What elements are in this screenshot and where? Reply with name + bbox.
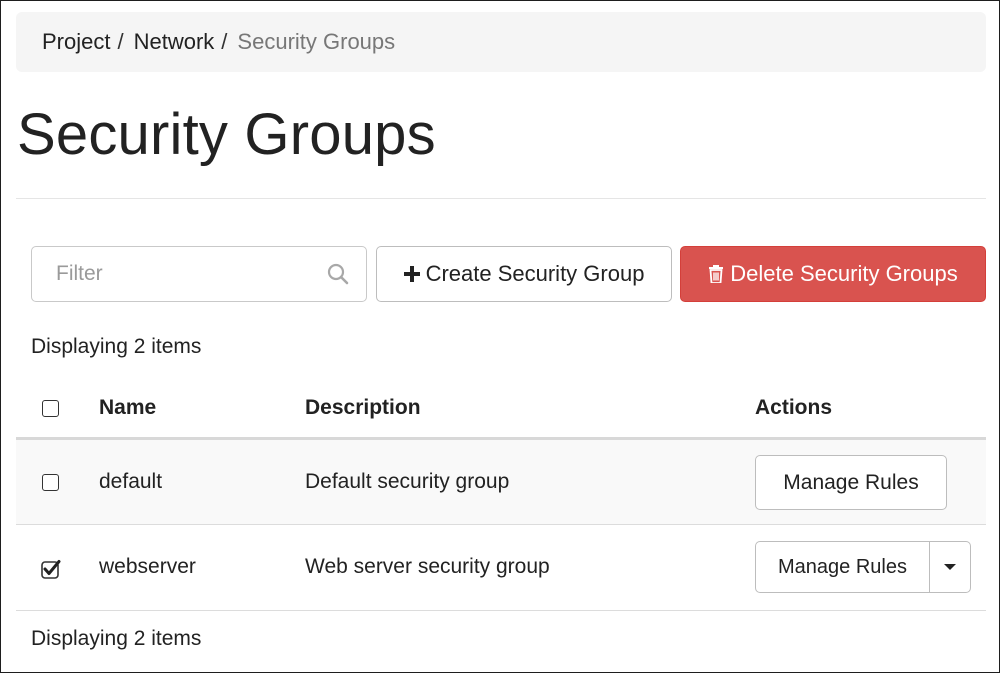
table-row: default Default security group Manage Ru… [16, 440, 986, 525]
filter-input[interactable] [54, 261, 318, 287]
actions-dropdown-toggle[interactable] [930, 541, 971, 593]
search-icon[interactable] [326, 262, 350, 286]
trash-icon [708, 265, 724, 283]
row-description: Default security group [305, 470, 510, 493]
items-count-footer: Displaying 2 items [31, 627, 202, 650]
column-header-name[interactable]: Name [99, 396, 156, 420]
manage-rules-button[interactable]: Manage Rules [755, 541, 930, 593]
breadcrumb: Project / Network / Security Groups [16, 12, 986, 72]
column-header-description[interactable]: Description [305, 396, 421, 420]
select-all-checkbox[interactable] [42, 400, 59, 417]
manage-rules-button[interactable]: Manage Rules [755, 455, 947, 510]
row-checkbox[interactable] [42, 474, 59, 491]
delete-security-groups-button[interactable]: Delete Security Groups [680, 246, 986, 302]
row-description: Web server security group [305, 555, 550, 578]
column-header-actions: Actions [755, 396, 833, 419]
table-row: webserver Web server security group Mana… [16, 526, 986, 611]
create-security-group-label: Create Security Group [425, 261, 645, 286]
create-security-group-button[interactable]: Create Security Group [376, 246, 672, 302]
breadcrumb-separator: / [117, 29, 124, 54]
breadcrumb-security-groups: Security Groups [237, 29, 396, 54]
delete-security-groups-label: Delete Security Groups [730, 261, 958, 286]
page-title: Security Groups [17, 102, 436, 167]
row-name: default [99, 470, 163, 493]
row-checkbox-checked[interactable] [40, 558, 62, 580]
breadcrumb-network[interactable]: Network [134, 29, 215, 55]
row-name: webserver [99, 555, 196, 578]
breadcrumb-project[interactable]: Project [42, 29, 110, 55]
plus-icon [403, 266, 420, 282]
filter-box[interactable] [31, 246, 367, 302]
breadcrumb-separator: / [221, 29, 228, 54]
title-divider [16, 198, 986, 199]
manage-rules-split-button: Manage Rules [755, 541, 971, 593]
caret-down-icon [944, 564, 956, 570]
items-count: Displaying 2 items [31, 335, 202, 358]
